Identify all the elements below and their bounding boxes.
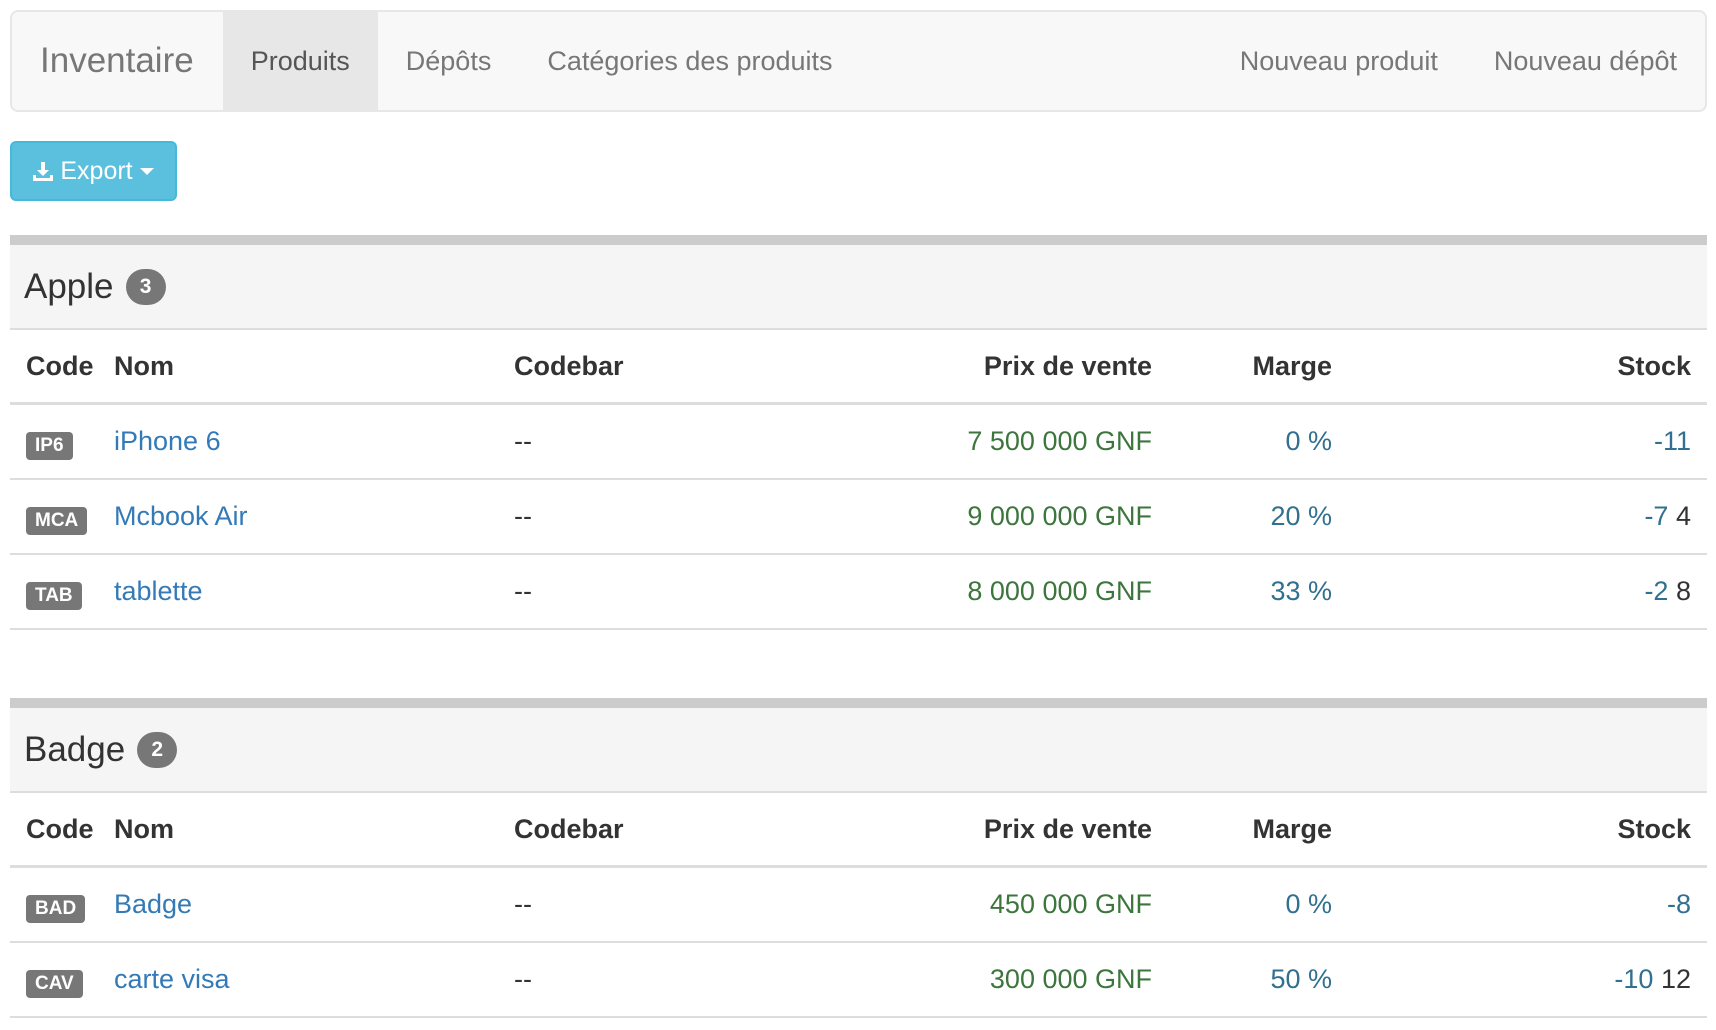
category-panel-apple: Apple 3 Code Nom Codebar Prix de vente M… bbox=[10, 235, 1707, 630]
products-table: Code Nom Codebar Prix de vente Marge Sto… bbox=[10, 330, 1707, 630]
product-name-link[interactable]: Badge bbox=[114, 889, 192, 919]
product-codebar: -- bbox=[498, 403, 938, 480]
nav-item-categories[interactable]: Catégories des produits bbox=[519, 12, 860, 110]
product-margin: 20 % bbox=[1168, 479, 1348, 555]
stock-negative: -11 bbox=[1653, 426, 1691, 456]
column-header-name: Nom bbox=[98, 793, 498, 868]
product-stock: -8 bbox=[1348, 866, 1707, 943]
export-label: Export bbox=[60, 156, 133, 185]
column-header-price: Prix de vente bbox=[938, 793, 1168, 868]
products-table: Code Nom Codebar Prix de vente Marge Sto… bbox=[10, 793, 1707, 1018]
table-row: IP6 iPhone 6 -- 7 500 000 GNF 0 % -11 bbox=[10, 403, 1707, 480]
category-header: Badge 2 bbox=[10, 698, 1707, 793]
table-header-row: Code Nom Codebar Prix de vente Marge Sto… bbox=[10, 793, 1707, 868]
product-codebar: -- bbox=[498, 479, 938, 555]
download-icon bbox=[32, 160, 54, 182]
product-name-link[interactable]: iPhone 6 bbox=[114, 426, 221, 456]
product-price: 300 000 GNF bbox=[938, 942, 1168, 1018]
caret-down-icon bbox=[139, 166, 155, 176]
product-margin: 50 % bbox=[1168, 942, 1348, 1018]
column-header-stock: Stock bbox=[1348, 330, 1707, 405]
column-header-code: Code bbox=[10, 330, 98, 405]
category-header: Apple 3 bbox=[10, 235, 1707, 330]
navbar-right: Nouveau produit Nouveau dépôt bbox=[1212, 12, 1705, 110]
category-count-badge: 2 bbox=[137, 731, 178, 768]
column-header-codebar: Codebar bbox=[498, 330, 938, 405]
nav-item-nouveau-depot[interactable]: Nouveau dépôt bbox=[1466, 12, 1705, 110]
product-codebar: -- bbox=[498, 942, 938, 1018]
stock-negative: -8 bbox=[1666, 889, 1691, 919]
product-price: 9 000 000 GNF bbox=[938, 479, 1168, 555]
product-stock: -10 12 bbox=[1348, 942, 1707, 1018]
table-row: MCA Mcbook Air -- 9 000 000 GNF 20 % -7 … bbox=[10, 479, 1707, 555]
column-header-codebar: Codebar bbox=[498, 793, 938, 868]
product-code-label: MCA bbox=[26, 506, 88, 535]
column-header-stock: Stock bbox=[1348, 793, 1707, 868]
product-margin: 0 % bbox=[1168, 403, 1348, 480]
product-name-link[interactable]: carte visa bbox=[114, 964, 230, 994]
product-stock: -11 bbox=[1348, 403, 1707, 480]
product-name-link[interactable]: Mcbook Air bbox=[114, 501, 248, 531]
category-title: Badge bbox=[24, 729, 126, 769]
table-row: TAB tablette -- 8 000 000 GNF 33 % -2 8 bbox=[10, 554, 1707, 630]
stock-positive: 8 bbox=[1675, 576, 1691, 606]
product-code-label: IP6 bbox=[26, 431, 73, 460]
navbar-left: Produits Dépôts Catégories des produits bbox=[222, 12, 861, 110]
product-stock: -2 8 bbox=[1348, 554, 1707, 630]
product-name-link[interactable]: tablette bbox=[114, 576, 203, 606]
navbar: Inventaire Produits Dépôts Catégories de… bbox=[10, 10, 1707, 112]
product-stock: -7 4 bbox=[1348, 479, 1707, 555]
product-margin: 33 % bbox=[1168, 554, 1348, 630]
table-row: CAV carte visa -- 300 000 GNF 50 % -10 1… bbox=[10, 942, 1707, 1018]
category-count-badge: 3 bbox=[125, 268, 166, 305]
table-header-row: Code Nom Codebar Prix de vente Marge Sto… bbox=[10, 330, 1707, 405]
stock-negative: -7 bbox=[1644, 501, 1669, 531]
product-code-label: BAD bbox=[26, 894, 86, 923]
product-code-label: CAV bbox=[26, 969, 83, 998]
nav-item-depots[interactable]: Dépôts bbox=[378, 12, 520, 110]
stock-positive: 4 bbox=[1675, 501, 1691, 531]
category-panel-badge: Badge 2 Code Nom Codebar Prix de vente M… bbox=[10, 698, 1707, 1018]
product-codebar: -- bbox=[498, 554, 938, 630]
nav-item-nouveau-produit[interactable]: Nouveau produit bbox=[1212, 12, 1466, 110]
product-price: 8 000 000 GNF bbox=[938, 554, 1168, 630]
product-price: 7 500 000 GNF bbox=[938, 403, 1168, 480]
page: Inventaire Produits Dépôts Catégories de… bbox=[10, 10, 1707, 1018]
navbar-brand[interactable]: Inventaire bbox=[12, 12, 223, 110]
stock-positive: 12 bbox=[1660, 964, 1691, 994]
product-price: 450 000 GNF bbox=[938, 866, 1168, 943]
column-header-margin: Marge bbox=[1168, 793, 1348, 868]
column-header-name: Nom bbox=[98, 330, 498, 405]
column-header-price: Prix de vente bbox=[938, 330, 1168, 405]
nav-item-produits[interactable]: Produits bbox=[222, 12, 378, 110]
product-codebar: -- bbox=[498, 866, 938, 943]
stock-negative: -10 bbox=[1614, 964, 1654, 994]
table-row: BAD Badge -- 450 000 GNF 0 % -8 bbox=[10, 866, 1707, 943]
stock-negative: -2 bbox=[1644, 576, 1669, 606]
product-margin: 0 % bbox=[1168, 866, 1348, 943]
column-header-code: Code bbox=[10, 793, 98, 868]
column-header-margin: Marge bbox=[1168, 330, 1348, 405]
category-title: Apple bbox=[24, 266, 114, 306]
product-code-label: TAB bbox=[26, 581, 82, 610]
export-button[interactable]: Export bbox=[10, 141, 177, 201]
